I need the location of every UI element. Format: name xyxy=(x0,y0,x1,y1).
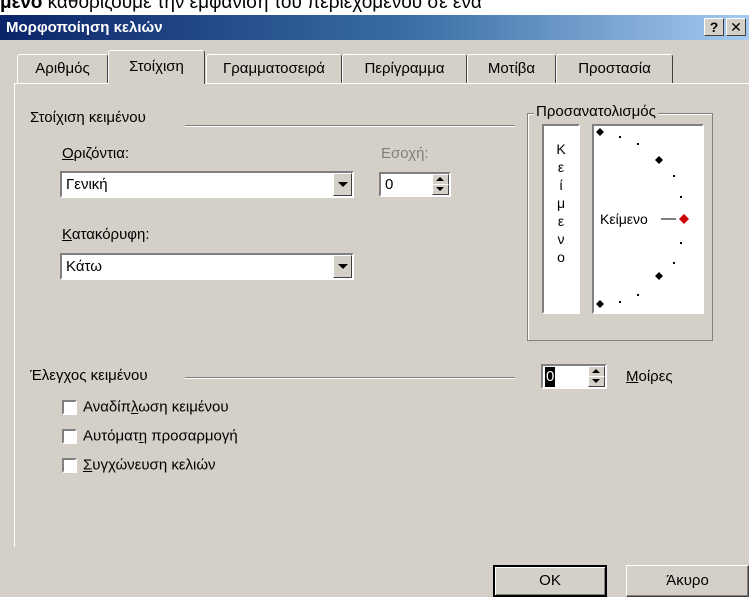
cancel-button[interactable]: Άκυρο xyxy=(626,565,749,597)
checkbox-icon[interactable] xyxy=(62,399,77,415)
orientation-dial-graphic[interactable]: Κείμενο xyxy=(594,126,702,312)
vertical-letter: ο xyxy=(557,249,565,265)
vertical-label-rest: ατακόρυφη: xyxy=(71,226,150,243)
diamond-marker-icon[interactable] xyxy=(655,156,663,164)
horizontal-label-rest: ριζόντια: xyxy=(73,145,130,162)
shrink-label-post: προσαρμογή xyxy=(147,427,238,445)
indent-label: Εσοχή: xyxy=(381,145,429,162)
vertical-text-option[interactable]: Κ ε ί μ ε ν ο xyxy=(542,124,580,314)
degrees-spin-buttons xyxy=(588,366,605,387)
merge-label-mnemonic: Σ xyxy=(83,456,93,474)
tab-patterns[interactable]: Μοτίβα xyxy=(467,54,556,83)
diamond-marker-icon[interactable] xyxy=(655,272,663,280)
window-title: Μορφοποίηση κελιών xyxy=(6,19,163,36)
degrees-label-rest: οίρες xyxy=(638,368,673,385)
vertical-letter: ε xyxy=(557,213,565,229)
tab-number[interactable]: Αριθμός xyxy=(17,54,108,83)
vertical-letter: ν xyxy=(557,231,565,247)
degrees-spinner[interactable]: 0 xyxy=(541,364,607,389)
wrap-label-post: ωση κειμένου xyxy=(138,398,229,416)
diamond-marker-icon[interactable] xyxy=(596,128,604,136)
vertical-letter: μ xyxy=(556,195,566,211)
horizontal-select-value: Γενική xyxy=(66,176,108,193)
degrees-label-mnemonic: Μ xyxy=(626,368,639,385)
horizontal-label: Οριζόντια: xyxy=(62,145,129,162)
tab-border[interactable]: Περίγραμμα xyxy=(342,54,467,83)
merge-cells-checkbox[interactable]: Συγχώνευση κελιών xyxy=(62,456,216,476)
document-caption: μένο καθορίζουμε την εμφάνιση του περιεχ… xyxy=(0,0,749,15)
vertical-label: Κατακόρυφη: xyxy=(62,226,150,243)
orientation-group-label: Προσανατολισμός xyxy=(534,103,658,120)
ok-button[interactable]: OK xyxy=(493,565,607,597)
text-control-group-label: Έλεγχος κειμένου xyxy=(30,367,152,384)
degrees-value: 0 xyxy=(545,367,556,387)
wrap-text-checkbox[interactable]: Αναδίπλωση κειμένου xyxy=(62,398,229,418)
spin-down-icon[interactable] xyxy=(432,184,449,195)
dial-text: Κείμενο xyxy=(600,211,648,227)
caption-bold: μένο xyxy=(0,0,43,13)
horizontal-select[interactable]: Γενική xyxy=(60,171,354,198)
vertical-select-value: Κάτω xyxy=(66,258,102,275)
spin-down-icon[interactable] xyxy=(588,376,605,387)
text-control-group-line xyxy=(185,377,515,379)
degrees-label: Μοίρες xyxy=(626,368,673,385)
alignment-group-label: Στοίχιση κειμένου xyxy=(30,109,150,126)
wrap-label-pre: Αναδίπ xyxy=(83,398,131,416)
indent-spinner[interactable]: 0 xyxy=(379,172,451,197)
close-button[interactable]: ✕ xyxy=(726,18,746,36)
shrink-label-pre: Αυτόματ xyxy=(83,427,139,445)
vertical-letter: ε xyxy=(557,159,565,175)
help-button[interactable]: ? xyxy=(704,18,724,36)
indent-value: 0 xyxy=(385,176,394,193)
chevron-down-icon[interactable] xyxy=(333,173,352,196)
checkbox-icon[interactable] xyxy=(62,428,77,444)
shrink-to-fit-checkbox[interactable]: Αυτόματη προσαρμογή xyxy=(62,427,238,447)
horizontal-label-mnemonic: Ο xyxy=(62,145,74,162)
checkbox-icon[interactable] xyxy=(62,457,77,473)
vertical-select[interactable]: Κάτω xyxy=(60,253,354,280)
merge-label-post: υγχώνευση κελιών xyxy=(92,456,216,474)
chevron-down-icon[interactable] xyxy=(333,255,352,278)
tab-alignment[interactable]: Στοίχιση xyxy=(108,50,205,84)
vertical-letter: Κ xyxy=(556,141,566,157)
diamond-marker-selected-icon[interactable] xyxy=(679,214,689,224)
diamond-marker-icon[interactable] xyxy=(596,300,604,308)
shrink-label-mnemonic: η xyxy=(138,427,148,445)
orientation-dial[interactable]: Κείμενο xyxy=(592,124,704,314)
vertical-text-letters: Κ ε ί μ ε ν ο xyxy=(544,126,578,266)
caption-rest: καθορίζουμε την εμφάνιση του περιεχομένο… xyxy=(42,0,482,13)
vertical-label-mnemonic: Κ xyxy=(62,226,72,243)
title-bar: Μορφοποίηση κελιών ? ✕ xyxy=(0,15,749,40)
tab-font[interactable]: Γραμματοσειρά xyxy=(206,54,342,83)
vertical-letter: ί xyxy=(559,177,563,193)
alignment-group-line xyxy=(185,125,515,127)
tab-protection[interactable]: Προστασία xyxy=(556,54,673,83)
indent-spin-buttons xyxy=(432,174,449,195)
